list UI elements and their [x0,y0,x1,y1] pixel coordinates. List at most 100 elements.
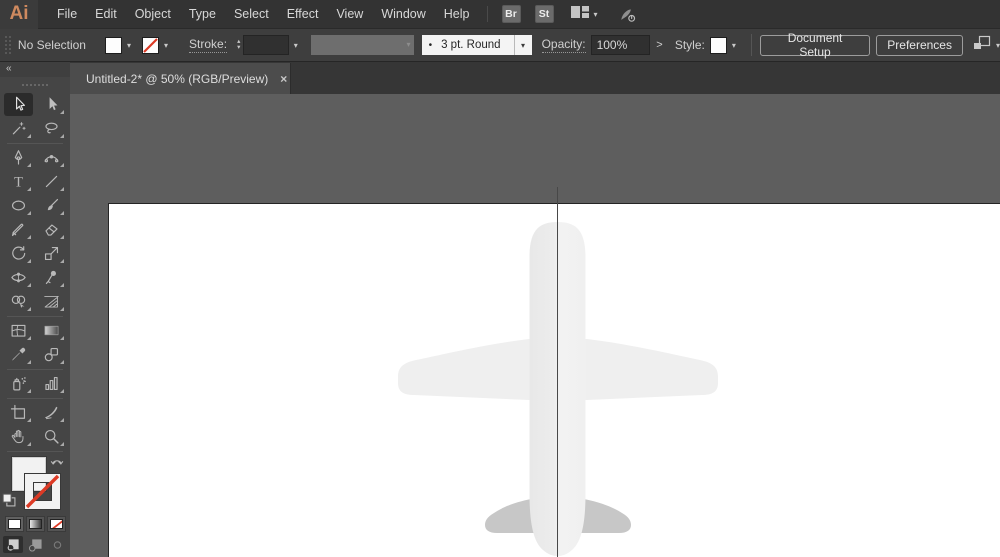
tool-zoom[interactable] [37,425,66,448]
tool-panel-grip[interactable] [0,77,70,93]
tool-row [0,319,70,343]
stroke-none-swatch[interactable] [142,36,160,54]
swap-fill-stroke-icon[interactable] [50,456,64,474]
tool-hand[interactable] [4,425,33,448]
chevron-down-icon[interactable]: ▾ [122,41,136,50]
opacity-options-button[interactable]: > [652,35,667,55]
tool-slice[interactable] [37,401,66,424]
tool-curvature[interactable] [37,146,66,169]
gpu-performance-icon[interactable] [616,6,638,23]
tool-pen[interactable] [4,146,33,169]
tool-paintbrush[interactable] [37,194,66,217]
tool-row [0,372,70,396]
menu-item-select[interactable]: Select [225,0,278,29]
tool-mesh[interactable] [4,319,33,342]
tool-panel: « T [0,62,70,557]
tool-scale[interactable] [37,242,66,265]
chevron-down-icon[interactable]: ▾ [513,35,532,55]
tool-puppet-warp[interactable] [37,266,66,289]
workspace-switcher[interactable]: ▾ [570,5,598,24]
tool-eraser[interactable] [37,218,66,241]
toolbar-separator [7,451,63,452]
draw-inside-button[interactable] [47,536,67,553]
chevron-down-icon[interactable]: ▾ [159,41,173,50]
bridge-button[interactable]: Br [501,5,521,23]
style-swatch[interactable] [709,36,727,54]
tool-perspective-grid[interactable] [37,290,66,313]
tool-blend[interactable] [37,343,66,366]
tool-width[interactable] [4,266,33,289]
stroke-indicator-none[interactable] [25,474,60,509]
tool-symbol-sprayer[interactable] [4,372,33,395]
tool-ellipse[interactable] [4,194,33,217]
brush-definition-dropdown[interactable]: ▾ [310,35,414,55]
menu-item-type[interactable]: Type [180,0,225,29]
close-icon[interactable]: × [280,72,287,86]
stock-button[interactable]: St [534,5,554,23]
tool-selection[interactable] [4,93,33,116]
stroke-weight-input[interactable] [243,35,289,55]
control-bar: No Selection ▾ ▾ Stroke: ▴ ▾ ▾ ▾ • 3 pt. … [0,29,1000,62]
collapse-panel-icon[interactable]: « [6,63,12,74]
tool-column-graph[interactable] [37,372,66,395]
opacity-input[interactable]: 100% [590,35,650,55]
tool-gradient[interactable] [37,319,66,342]
toolbar-separator [7,316,63,317]
tool-grid: T [0,93,70,452]
stroke-weight-label[interactable]: Stroke: [189,37,228,53]
toolbar-separator [7,143,63,144]
chevron-down-icon: ▾ [995,40,1000,50]
tool-line-segment[interactable] [37,170,66,193]
profile-dot-icon: • [428,39,433,51]
menu-item-edit[interactable]: Edit [86,0,126,29]
canvas-area[interactable] [70,94,1000,557]
document-setup-button[interactable]: Document Setup [759,31,871,59]
tool-type[interactable]: T [4,170,33,193]
chevron-down-icon: ▾ [593,9,598,19]
tool-magic-wand[interactable] [4,117,33,140]
tool-direct-selection[interactable] [37,93,66,116]
workspace-switcher-icon [570,5,590,24]
draw-normal-button[interactable] [3,536,23,553]
tool-shaper[interactable] [4,218,33,241]
gradient-button[interactable] [26,516,45,532]
tool-row [0,218,70,242]
color-button[interactable] [5,516,24,532]
graphic-style-picker[interactable]: ▾ [709,36,741,54]
chevron-down-icon[interactable]: ▾ [727,41,741,50]
none-button[interactable] [47,516,66,532]
toolbar-separator [7,398,63,399]
menu-item-window[interactable]: Window [372,0,434,29]
tool-artboard[interactable] [4,401,33,424]
chevron-down-icon[interactable]: ▾ [289,41,303,50]
document-tab[interactable]: Untitled-2* @ 50% (RGB/Preview) × [70,63,291,94]
control-bar-separator [750,34,752,56]
menu-items: File Edit Object Type Select Effect View Window… [48,0,479,29]
menu-item-effect[interactable]: Effect [278,0,328,29]
variable-width-profile-dropdown[interactable]: • 3 pt. Round ▾ [421,35,532,55]
tool-eyedropper[interactable] [4,343,33,366]
fill-swatch[interactable] [105,36,123,54]
brush-definition-value: 3 pt. Round [441,39,501,51]
stroke-weight-stepper[interactable]: ▴ ▾ [237,38,240,51]
tool-rotate[interactable] [4,242,33,265]
panel-grip[interactable] [4,35,11,55]
draw-behind-button[interactable] [25,536,45,553]
opacity-label[interactable]: Opacity: [541,37,586,53]
menu-item-view[interactable]: View [327,0,372,29]
default-fill-stroke-icon[interactable] [2,493,16,512]
app-logo: Ai [0,0,38,29]
stroke-color-picker[interactable]: ▾ [142,36,173,54]
menu-item-file[interactable]: File [48,0,86,29]
preferences-button[interactable]: Preferences [876,34,963,56]
airplane-artwork[interactable] [70,94,1000,557]
tool-shape-builder[interactable] [4,290,33,313]
menu-item-help[interactable]: Help [435,0,479,29]
menu-item-object[interactable]: Object [126,0,180,29]
tool-lasso[interactable] [37,117,66,140]
fill-color-picker[interactable]: ▾ [105,36,136,54]
tool-panel-header: « [0,62,70,77]
tool-row [0,194,70,218]
align-options[interactable]: ▾ [973,35,1000,55]
tool-row [0,425,70,449]
